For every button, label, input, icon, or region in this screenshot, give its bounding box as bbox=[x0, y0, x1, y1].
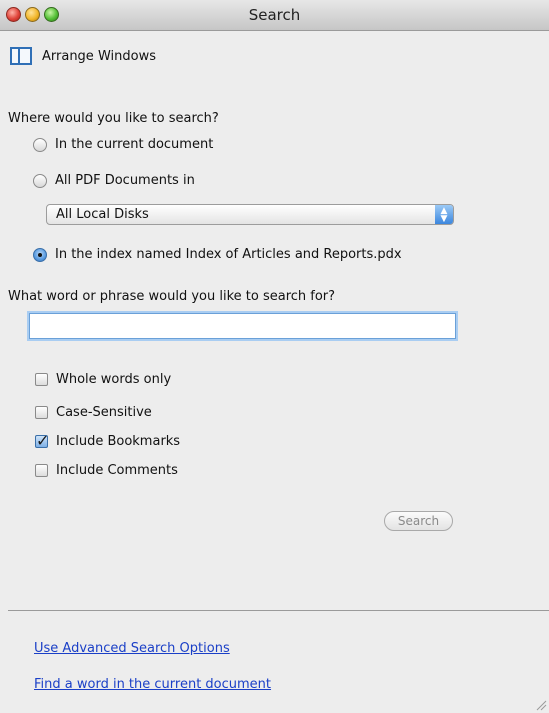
arrange-windows-label: Arrange Windows bbox=[42, 48, 156, 64]
title-bar[interactable]: Search bbox=[0, 0, 549, 31]
where-question-label: Where would you like to search? bbox=[8, 111, 219, 126]
what-question-label: What word or phrase would you like to se… bbox=[8, 289, 336, 304]
radio-button-icon[interactable] bbox=[33, 173, 47, 188]
checkbox-label: Include Bookmarks bbox=[56, 434, 181, 449]
find-word-link[interactable]: Find a word in the current document bbox=[34, 677, 271, 692]
checkbox-label: Whole words only bbox=[56, 372, 172, 387]
radio-all-pdf-documents[interactable]: All PDF Documents in bbox=[33, 173, 195, 188]
checkbox-icon[interactable] bbox=[35, 406, 48, 419]
search-button[interactable]: Search bbox=[384, 511, 453, 531]
radio-label: All PDF Documents in bbox=[55, 173, 195, 188]
search-window: Search Arrange Windows Where would you l… bbox=[0, 0, 549, 713]
checkbox-label: Case-Sensitive bbox=[56, 405, 152, 420]
window-title: Search bbox=[248, 6, 301, 24]
arrange-windows-button[interactable]: Arrange Windows bbox=[10, 47, 156, 65]
checkbox-include-comments[interactable]: Include Comments bbox=[35, 463, 178, 478]
checkbox-label: Include Comments bbox=[56, 463, 178, 478]
radio-label: In the index named Index of Articles and… bbox=[55, 247, 402, 262]
radio-label: In the current document bbox=[55, 137, 214, 152]
search-phrase-input[interactable] bbox=[29, 313, 456, 339]
divider bbox=[8, 610, 549, 611]
location-select[interactable]: All Local Disks ▲ ▼ bbox=[46, 204, 454, 225]
radio-button-icon[interactable] bbox=[33, 137, 47, 152]
checkbox-case-sensitive[interactable]: Case-Sensitive bbox=[35, 405, 152, 420]
checkbox-whole-words[interactable]: Whole words only bbox=[35, 372, 171, 387]
checkbox-icon[interactable] bbox=[35, 373, 48, 386]
radio-index-named[interactable]: In the index named Index of Articles and… bbox=[33, 247, 402, 262]
radio-button-icon[interactable] bbox=[33, 247, 47, 262]
arrange-windows-icon bbox=[10, 47, 32, 65]
radio-current-document[interactable]: In the current document bbox=[33, 137, 213, 152]
location-select-value: All Local Disks bbox=[56, 207, 149, 222]
updown-arrows-icon: ▲ ▼ bbox=[435, 205, 453, 224]
resize-grip-icon[interactable] bbox=[535, 699, 547, 711]
checkbox-include-bookmarks[interactable]: Include Bookmarks bbox=[35, 431, 181, 450]
checkbox-icon[interactable] bbox=[35, 464, 48, 477]
checkbox-checked-icon[interactable] bbox=[35, 431, 49, 450]
advanced-search-link[interactable]: Use Advanced Search Options bbox=[34, 641, 230, 656]
